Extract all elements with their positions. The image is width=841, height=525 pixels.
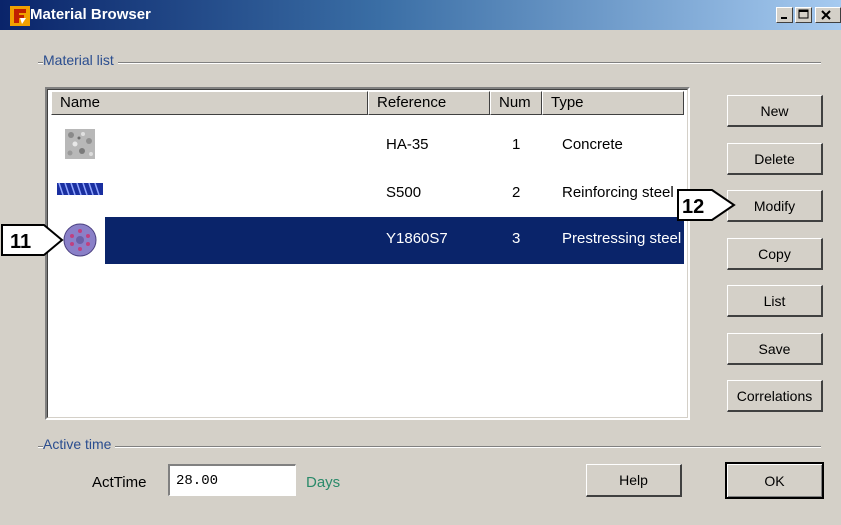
minimize-button[interactable] xyxy=(776,7,793,23)
maximize-icon xyxy=(798,9,809,19)
row-num: 3 xyxy=(512,230,521,247)
list-button[interactable]: List xyxy=(727,285,823,317)
window-title: Material Browser xyxy=(30,6,151,23)
callout-12-label: 12 xyxy=(682,196,704,218)
column-header-name[interactable]: Name xyxy=(51,91,368,115)
copy-button[interactable]: Copy xyxy=(727,238,823,270)
active-time-group-label: Active time xyxy=(43,436,116,452)
close-icon xyxy=(821,10,831,20)
row-type: Prestressing steel xyxy=(562,230,682,247)
list-item-reinforcing-steel[interactable]: S500 2 Reinforcing steel xyxy=(51,171,684,216)
maximize-button[interactable] xyxy=(795,7,812,23)
prestressing-strand-icon xyxy=(63,223,97,257)
active-time-group-line xyxy=(38,446,821,448)
title-bar: Material Browser xyxy=(0,0,841,30)
concrete-texture-icon xyxy=(65,129,95,159)
modify-button[interactable]: Modify xyxy=(727,190,823,222)
save-button[interactable]: Save xyxy=(727,333,823,365)
row-num: 1 xyxy=(512,136,521,153)
row-reference: HA-35 xyxy=(386,136,429,153)
callout-11-label: 11 xyxy=(10,231,31,253)
callout-11: 11 xyxy=(1,224,64,256)
list-item-prestressing-steel[interactable]: Y1860S7 3 Prestressing steel xyxy=(51,217,684,264)
column-header-type[interactable]: Type xyxy=(542,91,684,115)
list-header: Name Reference Num Type xyxy=(51,91,684,115)
correlations-button[interactable]: Correlations xyxy=(727,380,823,412)
help-button[interactable]: Help xyxy=(586,464,682,497)
minimize-icon xyxy=(781,17,787,19)
ok-button[interactable]: OK xyxy=(725,462,824,499)
list-item-concrete[interactable]: HA-35 1 Concrete xyxy=(51,123,684,168)
material-list-view[interactable]: Name Reference Num Type HA-35 1 Concrete… xyxy=(45,87,690,420)
column-header-reference[interactable]: Reference xyxy=(368,91,490,115)
app-logo-icon xyxy=(10,6,30,26)
column-header-num[interactable]: Num xyxy=(490,91,542,115)
row-num: 2 xyxy=(512,184,521,201)
delete-button[interactable]: Delete xyxy=(727,143,823,175)
acttime-label: ActTime xyxy=(92,474,147,491)
row-type: Concrete xyxy=(562,136,623,153)
days-unit-label: Days xyxy=(306,474,341,491)
material-list-group-line xyxy=(38,62,821,64)
callout-12: 12 xyxy=(677,189,736,221)
close-button[interactable] xyxy=(815,7,841,23)
rebar-icon xyxy=(57,182,103,196)
acttime-input[interactable] xyxy=(168,464,296,496)
row-reference: Y1860S7 xyxy=(386,230,448,247)
material-list-group-label: Material list xyxy=(43,52,118,68)
new-button[interactable]: New xyxy=(727,95,823,127)
row-reference: S500 xyxy=(386,184,422,201)
row-type: Reinforcing steel xyxy=(562,184,674,201)
